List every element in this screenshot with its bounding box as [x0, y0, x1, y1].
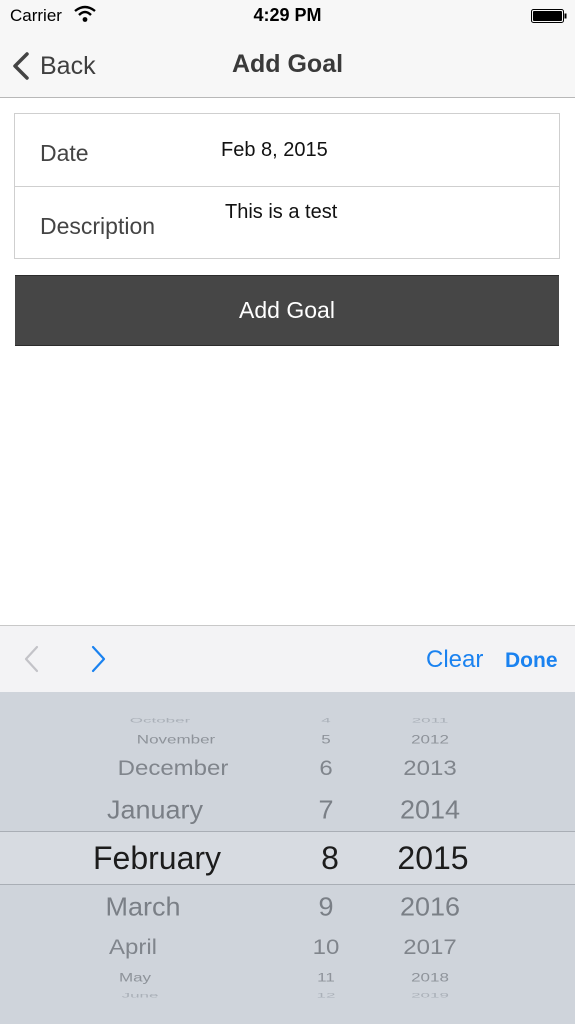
year-option[interactable]: 2019 — [411, 992, 449, 998]
day-option[interactable]: 12 — [317, 992, 336, 998]
status-time: 4:29 PM — [253, 5, 322, 25]
month-option[interactable]: November — [137, 733, 215, 745]
day-option[interactable]: 7 — [318, 797, 333, 823]
navigation-bar: Back Add Goal — [0, 34, 575, 98]
year-option[interactable]: 2018 — [411, 971, 449, 983]
year-option[interactable]: 2016 — [400, 894, 460, 920]
year-option[interactable]: 2013 — [403, 758, 456, 779]
month-option[interactable]: February — [93, 842, 221, 874]
day-option[interactable]: 10 — [313, 937, 340, 958]
date-label: Date — [40, 140, 89, 166]
year-wheel[interactable]: 2011 2012 2013 2014 2015 2016 2017 2018 2019 — [360, 692, 500, 1024]
year-option[interactable]: 2017 — [403, 937, 456, 958]
date-picker[interactable]: October November December January February Ma… — [0, 692, 575, 1024]
month-option[interactable]: January — [107, 797, 203, 823]
status-bar: Carrier 4:29 PM — [0, 0, 575, 34]
day-option[interactable]: 9 — [318, 894, 333, 920]
date-row[interactable]: Date Feb 8, 2015 — [15, 114, 559, 187]
day-option[interactable]: 6 — [319, 758, 332, 779]
month-option[interactable]: June — [122, 992, 159, 998]
done-button[interactable]: Done — [505, 649, 558, 673]
month-wheel[interactable]: October November December January February Ma… — [0, 692, 310, 1024]
day-option[interactable]: 8 — [321, 842, 339, 874]
year-option[interactable]: 2014 — [400, 797, 460, 823]
goal-form: Date Feb 8, 2015 Description This is a t… — [14, 113, 560, 259]
date-field[interactable]: Feb 8, 2015 — [221, 139, 328, 162]
description-field[interactable]: This is a test — [225, 201, 337, 224]
description-label: Description — [40, 213, 156, 239]
month-option[interactable]: December — [118, 758, 229, 779]
page-title: Add Goal — [231, 50, 344, 78]
day-option[interactable]: 11 — [317, 971, 335, 983]
chevron-right-icon[interactable] — [88, 644, 108, 674]
clear-button[interactable]: Clear — [426, 646, 483, 674]
keyboard-toolbar: Clear Done — [0, 625, 575, 693]
year-option[interactable]: 2011 — [412, 717, 449, 723]
chevron-left-icon[interactable] — [22, 644, 42, 674]
battery-icon — [531, 9, 567, 23]
month-option[interactable]: May — [119, 971, 151, 983]
month-option[interactable]: March — [105, 894, 180, 920]
year-option[interactable]: 2012 — [411, 733, 449, 745]
month-option[interactable]: April — [109, 937, 157, 958]
day-option[interactable]: 4 — [321, 717, 330, 723]
day-option[interactable]: 5 — [321, 733, 330, 745]
month-option[interactable]: October — [130, 717, 190, 723]
year-option[interactable]: 2015 — [397, 842, 468, 874]
add-goal-button[interactable]: Add Goal — [15, 275, 559, 346]
description-row[interactable]: Description This is a test — [15, 187, 559, 259]
